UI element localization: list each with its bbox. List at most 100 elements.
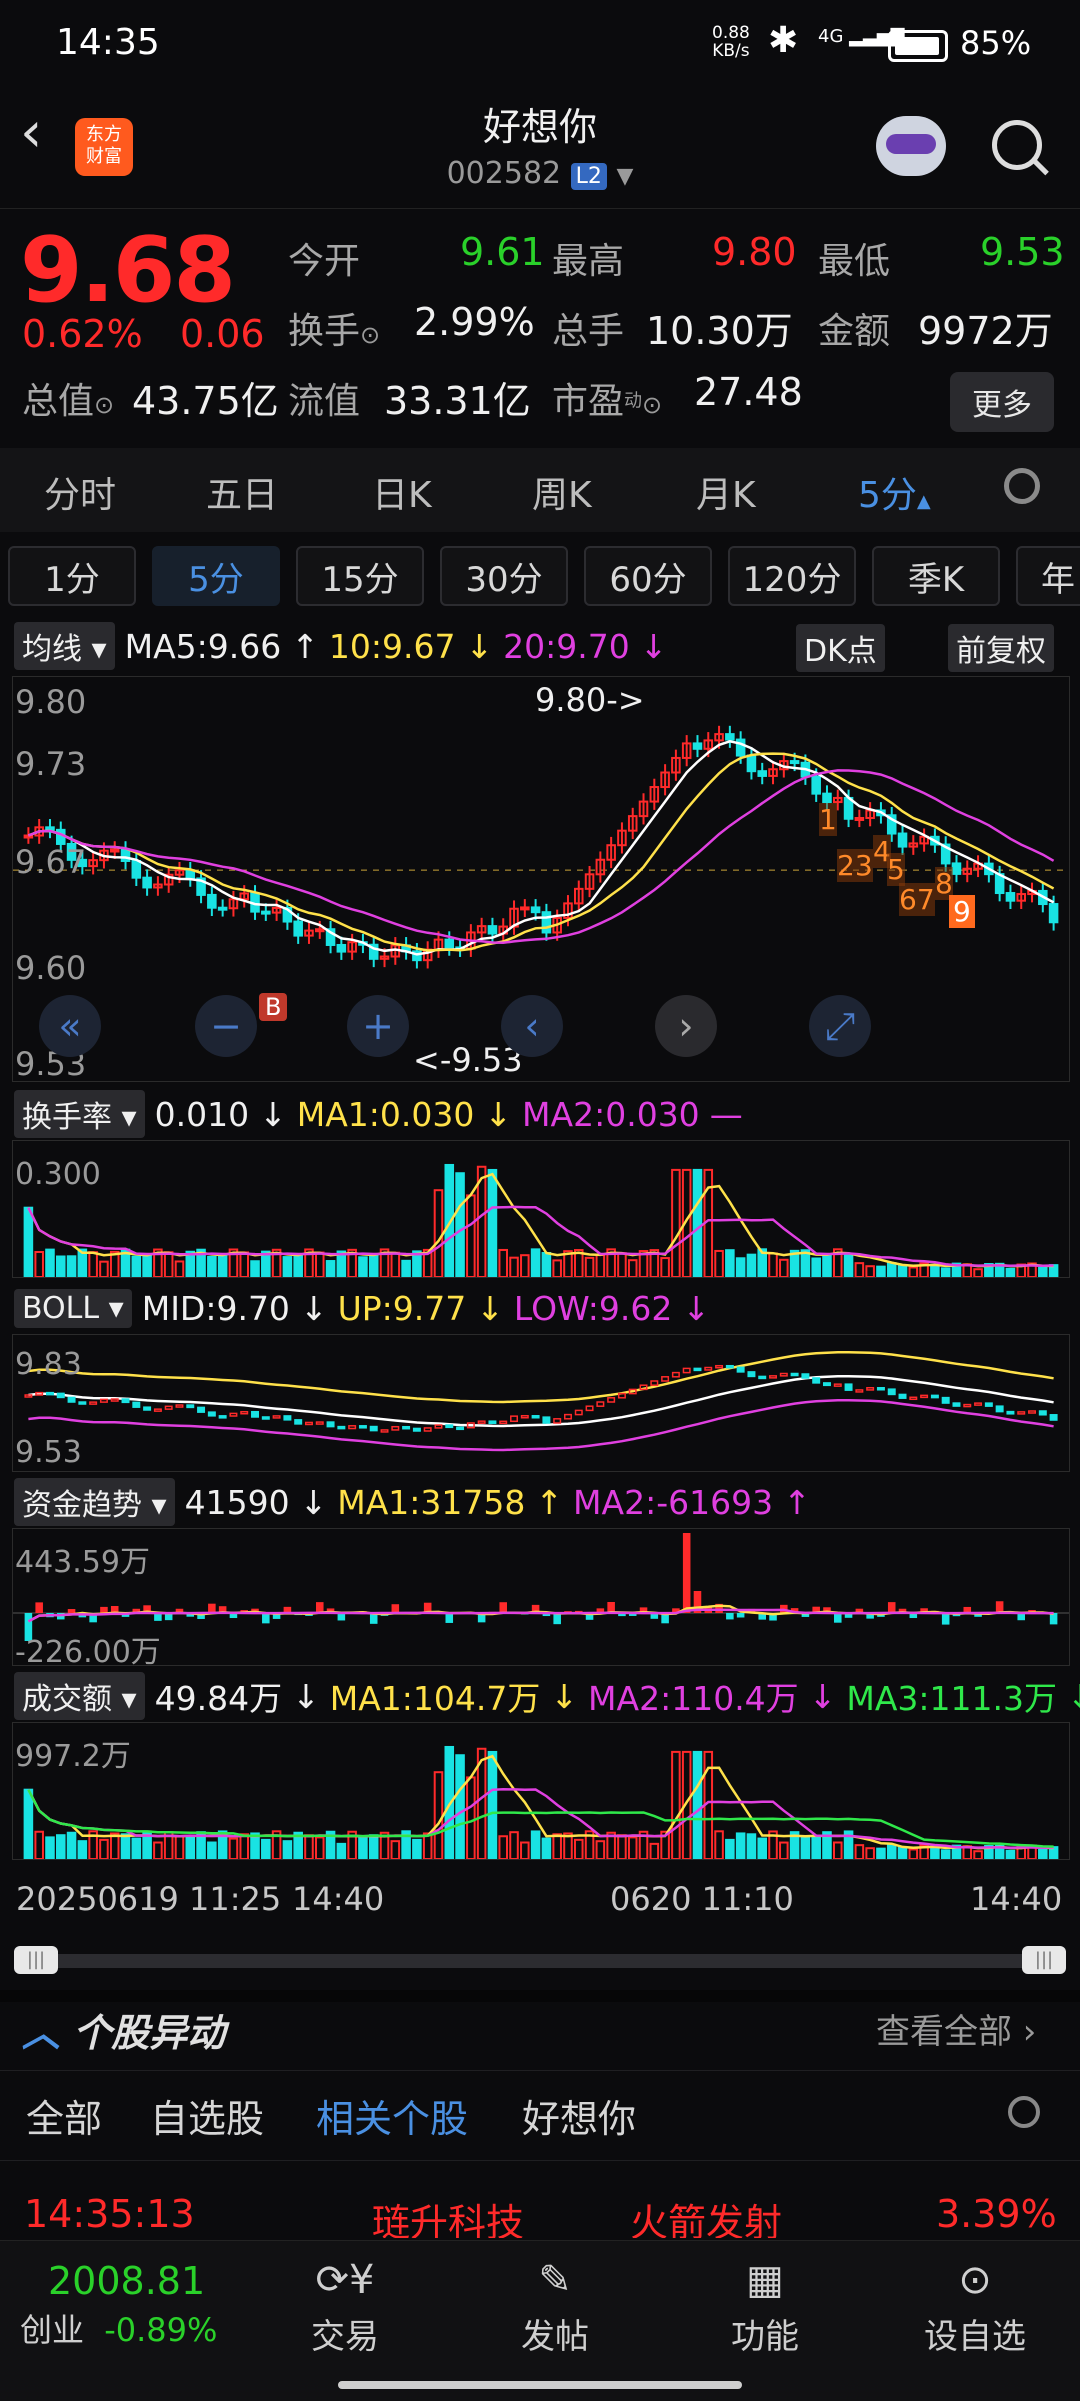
candlestick-chart[interactable]: 9.80 9.73 9.67 9.60 9.53 9.80-> <-9.53 B… xyxy=(12,676,1070,1082)
candle-body xyxy=(489,926,497,933)
up-arrow-icon: ↑ xyxy=(783,1483,811,1522)
volume-bar xyxy=(532,1249,540,1277)
period-120m[interactable]: 120分 xyxy=(728,546,856,606)
boll-candle xyxy=(597,1402,603,1406)
period-30m[interactable]: 30分 xyxy=(440,546,568,606)
volume-bar xyxy=(370,1835,378,1859)
period-60m[interactable]: 60分 xyxy=(584,546,712,606)
volume-bar xyxy=(122,1834,130,1859)
view-all-link[interactable]: 查看全部 › xyxy=(876,2004,1036,2053)
volume-bar xyxy=(856,1845,864,1859)
fund-bar xyxy=(888,1602,896,1613)
volume-bar xyxy=(543,1253,551,1277)
volume-bar xyxy=(402,1261,410,1277)
yen-cycle-icon: ⟳¥ xyxy=(270,2257,420,2303)
volume-ma-line xyxy=(28,1789,1053,1848)
turnover-chart[interactable]: 0.300 xyxy=(12,1140,1070,1278)
nav-add-watchlist[interactable]: ⊙ 设自选 xyxy=(900,2257,1050,2358)
period-5m[interactable]: 5分 xyxy=(152,546,280,606)
boll-candle xyxy=(273,1416,279,1418)
range-handle-left[interactable]: ||| xyxy=(14,1946,58,1974)
volume-bar xyxy=(812,1836,820,1859)
amount-chart[interactable]: 997.2万 xyxy=(12,1722,1070,1860)
gear-icon[interactable] xyxy=(1008,2096,1040,2128)
tab-monthly-k[interactable]: 月K xyxy=(696,466,756,518)
fund-chart[interactable]: 443.59万 -226.00万 xyxy=(12,1528,1070,1666)
pe-dynamic-sup: 动 xyxy=(624,391,642,412)
volume-bar xyxy=(521,1255,529,1277)
fund-bar xyxy=(262,1613,270,1623)
robot-assistant-icon[interactable] xyxy=(876,116,946,176)
volume-bar xyxy=(100,1262,108,1277)
boll-candle xyxy=(90,1402,96,1404)
down-arrow-icon: ↓ xyxy=(640,627,668,666)
tab-minute[interactable]: 5分▲ xyxy=(858,466,931,518)
movers-title-row[interactable]: ︿ 个股异动 xyxy=(22,2002,225,2057)
period-year-k[interactable]: 年 xyxy=(1016,546,1080,606)
zoom-out-icon[interactable]: − xyxy=(195,995,257,1057)
scroll-left-fast-icon[interactable]: « xyxy=(39,995,101,1057)
nav-trade[interactable]: ⟳¥ 交易 xyxy=(270,2257,420,2358)
boll-candle xyxy=(284,1416,290,1420)
info-icon: ⊙ xyxy=(360,321,380,349)
boll-candle xyxy=(500,1421,506,1423)
boll-candle xyxy=(187,1405,193,1407)
nav-post[interactable]: ✎ 发帖 xyxy=(480,2257,630,2358)
volume-bar xyxy=(877,1267,885,1277)
boll-candle xyxy=(489,1421,495,1423)
volume-bar xyxy=(974,1269,982,1277)
dk-point-button[interactable]: DK点 xyxy=(796,624,885,672)
movers-tab-watchlist[interactable]: 自选股 xyxy=(150,2088,264,2143)
y-label: 997.2万 xyxy=(15,1731,131,1775)
period-15m[interactable]: 15分 xyxy=(296,546,424,606)
movers-tab-all[interactable]: 全部 xyxy=(26,2088,102,2143)
candle-body xyxy=(899,834,907,847)
nav-label: 交易 xyxy=(270,2309,420,2358)
boll-candle xyxy=(241,1412,247,1414)
ma-selector[interactable]: 均线 ▾ xyxy=(14,622,115,670)
boll-selector[interactable]: BOLL ▾ xyxy=(14,1289,132,1328)
amount-selector[interactable]: 成交额 ▾ xyxy=(14,1672,145,1720)
boll-mid: MID:9.70 xyxy=(142,1289,290,1328)
volume-bar xyxy=(338,1844,346,1859)
boll-candle xyxy=(349,1426,355,1429)
turnover-selector[interactable]: 换手率 ▾ xyxy=(14,1090,145,1138)
divider xyxy=(0,2070,1080,2071)
period-1m[interactable]: 1分 xyxy=(8,546,136,606)
more-button[interactable]: 更多 xyxy=(950,372,1054,432)
volume-bar xyxy=(553,1834,561,1859)
movers-row[interactable]: 14:35:13 琏升科技 火箭发射 3.39% xyxy=(0,2192,1080,2238)
turnover-indicator-row: 换手率 ▾ 0.010↓ MA1:0.030↓ MA2:0.030— xyxy=(14,1090,743,1138)
range-slider-track[interactable] xyxy=(18,1954,1062,1968)
adjust-button[interactable]: 前复权 xyxy=(948,624,1054,672)
movers-tab-this-stock[interactable]: 好想你 xyxy=(522,2088,636,2143)
boll-candle xyxy=(478,1421,484,1423)
scroll-left-icon[interactable]: ‹ xyxy=(501,995,563,1057)
buy-marker[interactable]: B xyxy=(259,993,287,1021)
zoom-in-icon[interactable]: + xyxy=(347,995,409,1057)
tab-weekly-k[interactable]: 周K xyxy=(532,466,592,518)
tab-five-day[interactable]: 五日 xyxy=(206,466,278,518)
volume-bar xyxy=(467,1195,475,1277)
boll-candle xyxy=(770,1376,776,1378)
volume-bar xyxy=(629,1260,637,1277)
range-handle-right[interactable]: ||| xyxy=(1022,1946,1066,1974)
index-ticker[interactable]: 2008.81 创业 -0.89% xyxy=(20,2259,250,2351)
fund-selector[interactable]: 资金趋势 ▾ xyxy=(14,1478,175,1526)
tab-intraday[interactable]: 分时 xyxy=(44,466,116,518)
candle-body xyxy=(219,908,227,910)
boll-candle xyxy=(543,1417,549,1423)
stat-volume: 总手 xyxy=(552,302,624,354)
tab-daily-k[interactable]: 日K xyxy=(372,466,432,518)
scroll-right-icon[interactable]: › xyxy=(655,995,717,1057)
gear-icon[interactable] xyxy=(1004,468,1040,504)
fullscreen-icon[interactable]: ⤢ xyxy=(809,995,871,1057)
boll-candle xyxy=(888,1389,894,1394)
amount-indicator-row: 成交额 ▾ 49.84万↓ MA1:104.7万↓ MA2:110.4万↓ MA… xyxy=(14,1672,1080,1720)
period-quarter-k[interactable]: 季K xyxy=(872,546,1000,606)
nav-functions[interactable]: ▦ 功能 xyxy=(690,2257,840,2358)
boll-chart[interactable]: 9.83 9.53 xyxy=(12,1334,1070,1472)
ma20-value: 20:9.70 xyxy=(503,627,630,666)
movers-tab-related[interactable]: 相关个股 xyxy=(316,2088,468,2143)
boll-low: LOW:9.62 xyxy=(514,1289,672,1328)
